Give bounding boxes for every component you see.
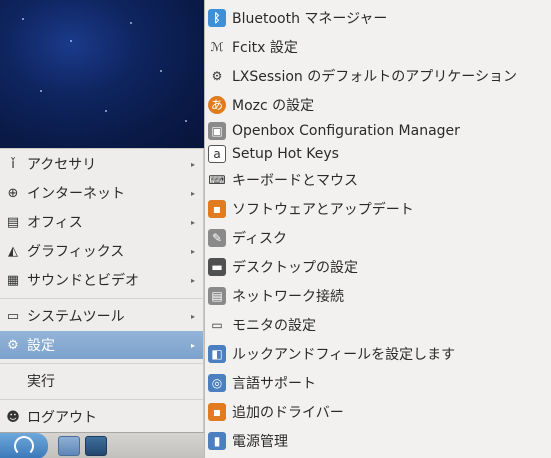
- menu-separator: [0, 363, 203, 364]
- openbox-icon: ▣: [208, 121, 226, 140]
- fcitx-icon: ℳ: [210, 39, 224, 54]
- bluetooth-icon: ᛒ: [208, 8, 226, 27]
- menu-item-label: グラフィックス: [27, 244, 125, 260]
- menu-item-office[interactable]: ▤ オフィス ▸: [0, 208, 203, 236]
- menu-item-logout[interactable]: ☻ ログアウト: [0, 403, 203, 431]
- submenu-item-label: モニタの設定: [232, 317, 316, 334]
- desktop-background: [0, 0, 204, 148]
- submenu-item-label: 電源管理: [232, 433, 288, 450]
- driver-icon: ▪: [208, 402, 226, 421]
- menu-item-settings[interactable]: ⚙ 設定 ▸: [0, 331, 203, 359]
- submenu-item-label: デスクトップの設定: [232, 259, 358, 276]
- desktop-launcher[interactable]: [85, 436, 107, 456]
- submenu-item-label: Bluetooth マネージャー: [232, 10, 388, 27]
- menu-item-internet[interactable]: ⊕ インターネット ▸: [0, 179, 203, 207]
- submenu-item-fcitx[interactable]: ℳ Fcitx 設定: [205, 32, 551, 61]
- menu-item-graphics[interactable]: ◭ グラフィックス ▸: [0, 237, 203, 265]
- user-icon: ☻: [6, 409, 20, 425]
- menu-separator: [0, 298, 203, 299]
- menu-item-label: ログアウト: [27, 410, 97, 426]
- submenu-item-label: 言語サポート: [232, 375, 316, 392]
- submenu-arrow-icon: ▸: [190, 246, 195, 256]
- submenu-item-label: Setup Hot Keys: [232, 145, 339, 162]
- menu-item-label: システムツール: [27, 309, 125, 325]
- submenu-item-label: 追加のドライバー: [232, 404, 344, 421]
- submenu-item-label: ルックアンドフィールを設定します: [232, 346, 456, 363]
- submenu-arrow-icon: ▸: [190, 275, 195, 285]
- menu-item-accessories[interactable]: ǐ アクセサリ ▸: [0, 150, 203, 178]
- submenu-arrow-icon: ▸: [190, 188, 195, 198]
- submenu-item-appearance[interactable]: ◧ ルックアンドフィールを設定します: [205, 339, 551, 368]
- submenu-item-label: キーボードとマウス: [232, 172, 358, 189]
- submenu-item-disks[interactable]: ✎ ディスク: [205, 223, 551, 252]
- submenu-item-hotkeys[interactable]: a Setup Hot Keys: [205, 139, 551, 168]
- submenu-item-software-updates[interactable]: ▪ ソフトウェアとアップデート: [205, 194, 551, 223]
- film-icon: ▦: [6, 272, 20, 288]
- submenu-item-keyboard-mouse[interactable]: ⌨ キーボードとマウス: [205, 165, 551, 194]
- monitor-icon: ▭: [211, 317, 223, 332]
- submenu-item-mozc[interactable]: あ Mozc の設定: [205, 90, 551, 119]
- menu-item-label: 実行: [27, 374, 55, 390]
- submenu-arrow-icon: ▸: [190, 217, 195, 227]
- document-icon: ▤: [6, 214, 20, 230]
- disk-icon: ✎: [208, 228, 226, 247]
- submenu-item-language[interactable]: ◎ 言語サポート: [205, 368, 551, 397]
- keyboard-icon: ⌨: [208, 172, 226, 187]
- menu-item-label: 設定: [27, 338, 55, 354]
- hotkey-icon: a: [208, 144, 226, 163]
- mozc-icon: あ: [208, 95, 226, 114]
- menu-item-system-tools[interactable]: ▭ システムツール ▸: [0, 302, 203, 330]
- submenu-arrow-icon: ▸: [190, 311, 195, 321]
- menu-item-sound-video[interactable]: ▦ サウンドとビデオ ▸: [0, 266, 203, 294]
- menu-item-run[interactable]: 実行: [0, 367, 203, 395]
- globe-icon: ⊕: [7, 185, 19, 201]
- submenu-item-label: Fcitx 設定: [232, 39, 298, 56]
- start-logo-icon: [14, 436, 34, 456]
- submenu-item-label: ディスク: [232, 230, 288, 247]
- submenu-item-label: ネットワーク接続: [232, 288, 344, 305]
- battery-icon: ▮: [208, 431, 226, 450]
- submenu-item-drivers[interactable]: ▪ 追加のドライバー: [205, 397, 551, 426]
- menu-item-label: アクセサリ: [27, 157, 97, 173]
- taskbar-panel: [0, 432, 204, 458]
- submenu-arrow-icon: ▸: [190, 159, 195, 169]
- submenu-item-desktop-settings[interactable]: ▬ デスクトップの設定: [205, 252, 551, 281]
- menu-item-label: インターネット: [27, 186, 125, 202]
- graphics-icon: ◭: [8, 243, 18, 259]
- language-icon: ◎: [208, 373, 226, 392]
- submenu-item-label: Openbox Configuration Manager: [232, 122, 460, 139]
- gear-icon: ⚙: [7, 337, 19, 353]
- menu-item-label: サウンドとビデオ: [27, 273, 139, 289]
- monitor-icon: ▭: [6, 308, 20, 324]
- submenu-item-label: ソフトウェアとアップデート: [232, 201, 414, 218]
- settings-submenu: ᛒ Bluetooth マネージャー ℳ Fcitx 設定 ⚙ LXSessio…: [204, 0, 551, 458]
- submenu-arrow-icon: ▸: [190, 340, 195, 350]
- submenu-item-network[interactable]: ▤ ネットワーク接続: [205, 281, 551, 310]
- start-menu-button[interactable]: [0, 433, 48, 458]
- appearance-icon: ◧: [208, 344, 226, 363]
- submenu-item-lxsession[interactable]: ⚙ LXSession のデフォルトのアプリケーション: [205, 61, 551, 90]
- gear-icon: ⚙: [211, 68, 223, 83]
- submenu-item-label: LXSession のデフォルトのアプリケーション: [232, 68, 517, 85]
- main-menu: ǐ アクセサリ ▸ ⊕ インターネット ▸ ▤ オフィス ▸ ◭ グラフィックス…: [0, 148, 204, 432]
- menu-separator: [0, 399, 203, 400]
- submenu-item-bluetooth[interactable]: ᛒ Bluetooth マネージャー: [205, 3, 551, 32]
- desktop-settings-icon: ▬: [208, 257, 226, 276]
- software-update-icon: ▪: [208, 199, 226, 218]
- accessories-icon: ǐ: [11, 156, 15, 172]
- file-manager-launcher[interactable]: [58, 436, 80, 456]
- network-icon: ▤: [208, 286, 226, 305]
- submenu-item-monitor[interactable]: ▭ モニタの設定: [205, 310, 551, 339]
- submenu-item-label: Mozc の設定: [232, 97, 315, 114]
- menu-item-label: オフィス: [27, 215, 83, 231]
- submenu-item-power[interactable]: ▮ 電源管理: [205, 426, 551, 455]
